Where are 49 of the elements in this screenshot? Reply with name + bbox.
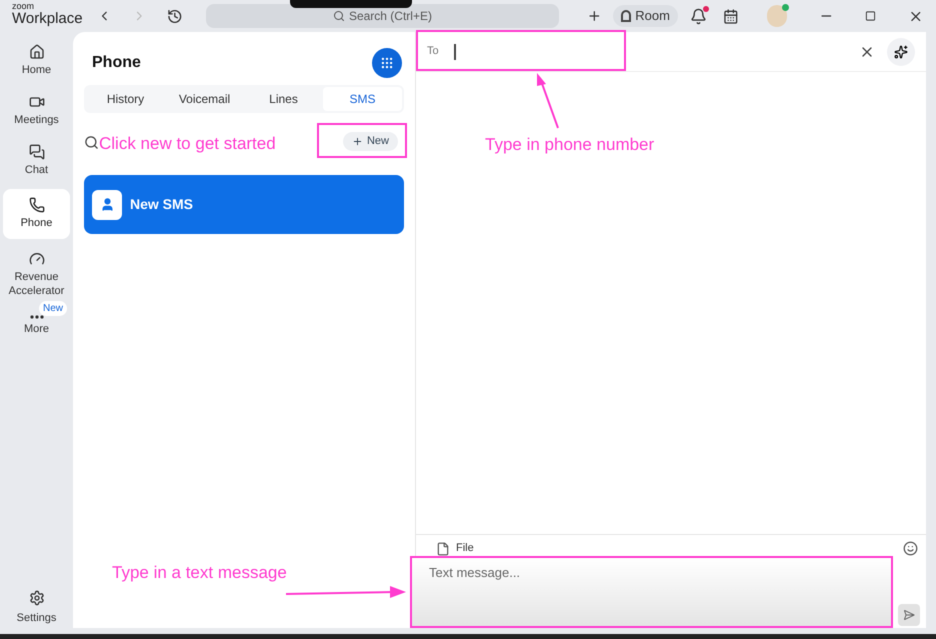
logo-small: zoom [12, 2, 36, 11]
new-badge: New [38, 300, 67, 316]
gauge-icon [28, 251, 44, 267]
to-label: To [427, 44, 439, 60]
recipient-field[interactable] [454, 44, 456, 60]
tab[interactable]: Lines [244, 87, 323, 111]
annotation-text: Click new to get started [99, 133, 276, 156]
new-button[interactable]: New [342, 132, 398, 150]
more-icon [30, 314, 44, 318]
history-icon[interactable] [166, 8, 182, 24]
contact-avatar [92, 190, 122, 220]
search-field[interactable]: Search (Ctrl+E) [206, 4, 559, 28]
add-icon[interactable] [586, 8, 602, 24]
conversation-item[interactable]: New SMS [84, 175, 404, 234]
sparkle-icon [894, 44, 908, 58]
annotation-text: Type in a text message [112, 562, 287, 584]
chat-bubbles-icon [28, 144, 44, 160]
sidebar-item[interactable]: Home [3, 36, 70, 86]
send-button[interactable] [898, 604, 920, 626]
panel-title: Phone [92, 53, 141, 73]
sidebar-item[interactable]: Chat [3, 136, 70, 186]
annotation-arrow [534, 72, 562, 130]
ai-button[interactable] [887, 38, 915, 66]
sidebar-item[interactable]: Phone [3, 189, 70, 239]
home-icon [28, 44, 44, 60]
notifications-bell[interactable] [690, 8, 707, 24]
annotation-text: Type in phone number [485, 134, 654, 156]
send-icon [903, 609, 915, 621]
settings-icon [28, 590, 44, 606]
file-label[interactable]: File [456, 540, 474, 557]
app-logo: Workplace [12, 11, 84, 26]
dialpad-icon [380, 56, 394, 70]
room-button[interactable]: Room [613, 5, 678, 27]
dialpad-button[interactable] [372, 48, 402, 78]
message-field[interactable]: Text message... [410, 556, 893, 628]
file-icon[interactable] [436, 542, 450, 556]
emoji-icon[interactable] [903, 541, 918, 556]
search-icon [332, 10, 345, 22]
room-icon [621, 10, 632, 22]
phone-icon [28, 197, 44, 214]
tab[interactable]: History [86, 87, 165, 111]
tab[interactable]: Voicemail [165, 87, 244, 111]
search-icon[interactable] [84, 134, 99, 150]
maximize-icon[interactable] [865, 10, 876, 22]
calendar-icon[interactable] [722, 8, 739, 24]
settings-button[interactable]: Settings [16, 590, 56, 626]
tab[interactable]: SMS [323, 87, 402, 111]
plus-icon [352, 136, 363, 146]
sidebar-item[interactable]: Meetings [3, 86, 70, 136]
